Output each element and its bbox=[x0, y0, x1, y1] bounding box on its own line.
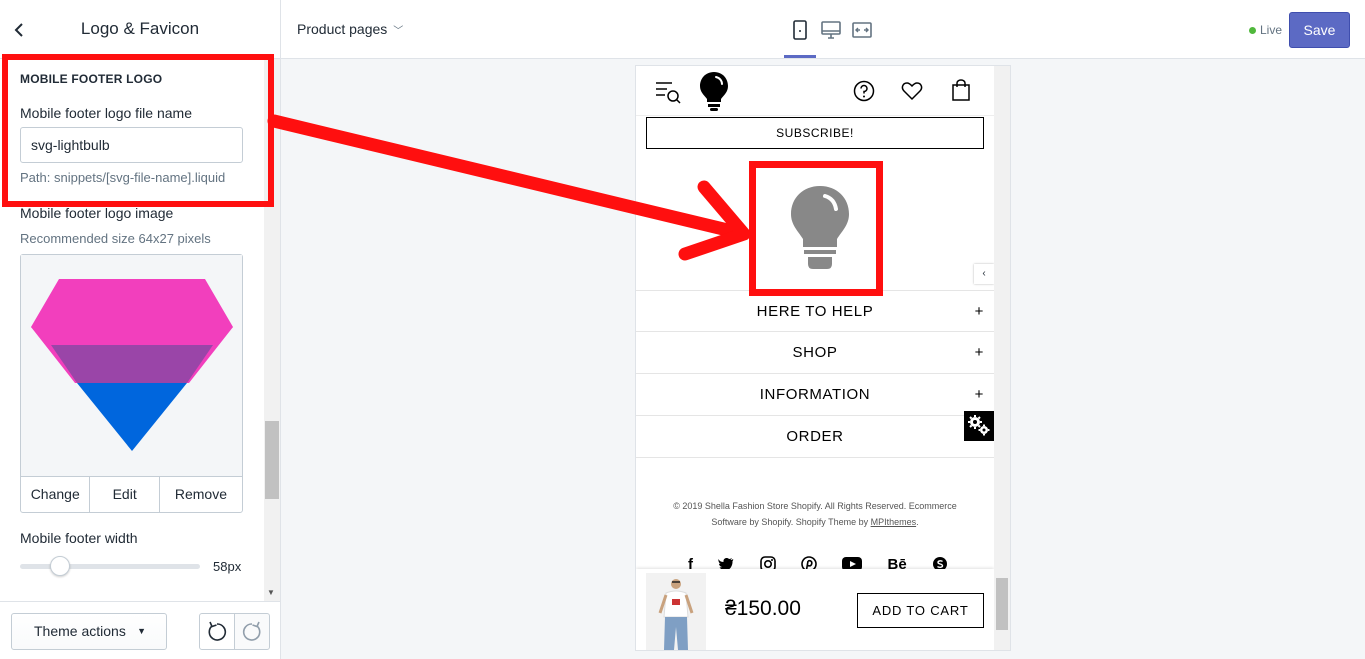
sidebar-scrollbar-thumb[interactable] bbox=[265, 421, 279, 499]
cart-bag-icon[interactable] bbox=[951, 79, 971, 101]
width-label: Mobile footer width bbox=[20, 530, 138, 546]
mobile-preview-frame: SUBSCRIBE! HERE TO HELP + SHOP + INFORMATI… bbox=[636, 66, 1010, 650]
logo-image-picker: Change Edit Remove bbox=[20, 254, 243, 513]
logo-image-preview bbox=[21, 255, 242, 477]
edit-image-button[interactable]: Edit bbox=[90, 477, 160, 512]
plus-icon: + bbox=[974, 386, 984, 403]
product-price: ₴150.00 bbox=[725, 597, 801, 620]
live-status-dot bbox=[1249, 27, 1256, 34]
preview-scrollbar-thumb[interactable] bbox=[996, 578, 1008, 630]
scroll-down-arrow-icon[interactable]: ▼ bbox=[267, 588, 275, 597]
width-slider-track[interactable] bbox=[20, 564, 200, 569]
redo-button[interactable] bbox=[234, 613, 270, 650]
mobile-icon[interactable] bbox=[789, 19, 811, 41]
theme-actions-button[interactable]: Theme actions ▼ bbox=[11, 613, 167, 650]
sticky-add-to-cart-bar: ₴150.00 ADD TO CART bbox=[636, 569, 994, 650]
page-selector[interactable]: Product pages ﹀ bbox=[297, 21, 403, 37]
undo-button[interactable] bbox=[199, 613, 235, 650]
accordion-label: ORDER bbox=[786, 428, 844, 445]
width-slider-thumb[interactable] bbox=[50, 556, 70, 576]
product-thumbnail[interactable] bbox=[646, 573, 706, 650]
preview-scrollbar[interactable] bbox=[994, 66, 1010, 650]
add-to-cart-button[interactable]: ADD TO CART bbox=[857, 593, 984, 628]
caret-down-icon: ▼ bbox=[137, 626, 146, 636]
annotation-highlight-box bbox=[749, 161, 883, 296]
copyright-period: . bbox=[916, 517, 919, 527]
plus-icon: + bbox=[974, 303, 984, 320]
diamond-logo-image bbox=[31, 279, 233, 451]
themes-link[interactable]: MPIthemes bbox=[871, 517, 917, 527]
change-image-button[interactable]: Change bbox=[21, 477, 91, 512]
subscribe-button[interactable]: SUBSCRIBE! bbox=[646, 117, 984, 149]
menu-search-icon[interactable] bbox=[654, 79, 682, 105]
undo-icon bbox=[208, 621, 227, 641]
help-icon[interactable] bbox=[853, 80, 875, 102]
image-actions: Change Edit Remove bbox=[21, 477, 242, 512]
store-header bbox=[636, 66, 994, 116]
redo-icon bbox=[242, 621, 261, 641]
sidebar-title: Logo & Favicon bbox=[80, 19, 200, 38]
fullscreen-icon[interactable] bbox=[851, 19, 873, 41]
page-selector-label: Product pages bbox=[297, 21, 388, 37]
accordion-information[interactable]: INFORMATION + bbox=[636, 374, 994, 416]
save-button[interactable]: Save bbox=[1289, 12, 1350, 48]
wishlist-heart-icon[interactable] bbox=[901, 81, 923, 101]
plus-icon: + bbox=[974, 344, 984, 361]
accordion-label: SHOP bbox=[792, 344, 838, 361]
sidebar-header: Logo & Favicon bbox=[0, 0, 280, 59]
annotation-highlight-box bbox=[2, 54, 274, 207]
remove-image-button[interactable]: Remove bbox=[160, 477, 242, 512]
active-device-indicator bbox=[784, 55, 816, 58]
accordion-shop[interactable]: SHOP + bbox=[636, 332, 994, 374]
copyright-line1: © 2019 Shella Fashion Store Shopify. All… bbox=[673, 501, 957, 511]
width-value: 58px bbox=[213, 559, 242, 574]
chevron-down-icon: ﹀ bbox=[393, 26, 404, 37]
live-status-label: Live bbox=[1260, 23, 1283, 37]
image-help: Recommended size 64x27 pixels bbox=[20, 231, 211, 246]
accordion-order[interactable]: ORDER bbox=[636, 416, 994, 458]
image-label: Mobile footer logo image bbox=[20, 205, 174, 221]
accordion-here-to-help[interactable]: HERE TO HELP + bbox=[636, 290, 994, 332]
copyright-text: © 2019 Shella Fashion Store Shopify. All… bbox=[656, 498, 974, 530]
theme-actions-label: Theme actions bbox=[34, 623, 126, 639]
collapse-chevron-left-icon[interactable]: ‹ bbox=[974, 264, 994, 284]
accordion-label: HERE TO HELP bbox=[756, 303, 874, 320]
store-logo-lightbulb-icon[interactable] bbox=[698, 70, 730, 112]
copyright-line2: Software by Shopify. Shopify Theme by bbox=[711, 517, 871, 527]
settings-gears-icon[interactable] bbox=[964, 411, 994, 441]
accordion-label: INFORMATION bbox=[759, 386, 871, 403]
desktop-icon[interactable] bbox=[820, 19, 842, 41]
